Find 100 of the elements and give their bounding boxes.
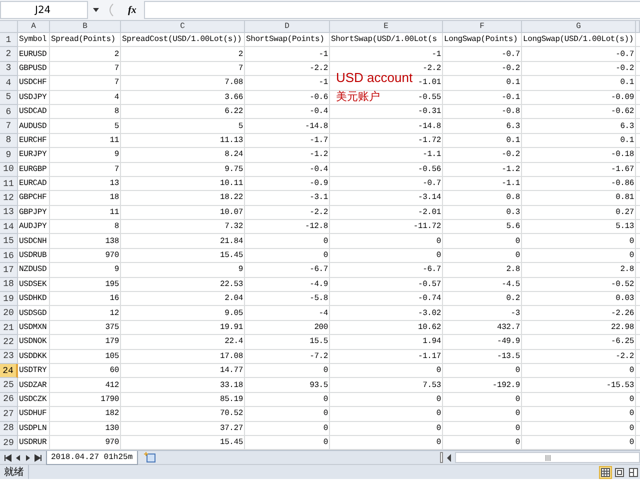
row-header[interactable]: 21: [0, 320, 18, 336]
table-cell: LongSwap(Points): [443, 33, 522, 48]
table-cell: 7: [50, 62, 121, 76]
split-handle-icon[interactable]: [440, 452, 443, 464]
formula-input-field[interactable]: [144, 1, 640, 19]
table-cell: 5: [50, 119, 121, 134]
row-header[interactable]: 19: [0, 292, 18, 306]
table-cell: -1: [330, 47, 443, 62]
row-header[interactable]: 7: [0, 119, 18, 134]
table-cell: 0: [522, 248, 636, 264]
new-sheet-icon[interactable]: [144, 452, 156, 464]
row-header[interactable]: 10: [0, 162, 18, 177]
table-cell: 0: [443, 407, 522, 422]
table-cell: 375: [50, 320, 121, 336]
table-cell: USDCHF: [18, 76, 50, 91]
row-header[interactable]: 6: [0, 104, 18, 120]
table-cell: 0: [443, 234, 522, 249]
last-sheet-icon[interactable]: [34, 454, 42, 462]
row-header[interactable]: 24: [0, 364, 18, 378]
row-header[interactable]: 18: [0, 278, 18, 292]
insert-function-button[interactable]: fx: [128, 4, 136, 16]
table-cell: 10.62: [330, 320, 443, 336]
table-cell: 0.81: [522, 191, 636, 206]
table-cell: 10.11: [121, 176, 245, 192]
table-cell: 970: [50, 248, 121, 264]
column-header[interactable]: B: [50, 21, 121, 33]
table-cell: 8: [50, 104, 121, 120]
row-header[interactable]: 20: [0, 306, 18, 321]
next-sheet-icon[interactable]: [24, 454, 32, 462]
row-header[interactable]: 17: [0, 263, 18, 278]
column-header[interactable]: A: [18, 21, 50, 33]
table-cell: 1790: [50, 392, 121, 408]
first-sheet-icon[interactable]: [4, 454, 12, 462]
previous-sheet-icon[interactable]: [14, 454, 22, 462]
row-header[interactable]: 9: [0, 148, 18, 163]
page-break-view-button[interactable]: [627, 466, 640, 479]
table-cell: 0: [330, 364, 443, 378]
table-cell: 9.05: [121, 306, 245, 321]
column-header[interactable]: F: [443, 21, 522, 33]
table-cell: 11.13: [121, 134, 245, 148]
table-cell: 0.3: [443, 206, 522, 220]
row-header[interactable]: 29: [0, 436, 18, 450]
table-cell: USDJPY: [18, 90, 50, 105]
row-header[interactable]: 22: [0, 335, 18, 350]
row-header[interactable]: 15: [0, 234, 18, 249]
sheet-tab[interactable]: 2018.04.27 01h25m: [46, 450, 138, 465]
row-header[interactable]: 1: [0, 33, 18, 48]
row-header[interactable]: 13: [0, 206, 18, 220]
row-header[interactable]: 14: [0, 220, 18, 234]
name-box[interactable]: J24: [0, 1, 88, 19]
table-cell: 0: [245, 422, 330, 436]
column-header[interactable]: C: [121, 21, 245, 33]
column-header[interactable]: G: [522, 21, 636, 33]
row-header[interactable]: 26: [0, 392, 18, 408]
table-cell: -0.8: [443, 104, 522, 120]
row-header[interactable]: 8: [0, 134, 18, 148]
dropdown-caret-icon[interactable]: [92, 7, 100, 13]
table-cell: 9: [50, 148, 121, 163]
normal-view-button[interactable]: [599, 466, 612, 479]
row-header[interactable]: 4: [0, 76, 18, 91]
row-header[interactable]: 11: [0, 176, 18, 192]
table-cell: 0: [522, 407, 636, 422]
table-cell: -14.8: [245, 119, 330, 134]
row-header[interactable]: 27: [0, 407, 18, 422]
column-header[interactable]: D: [245, 21, 330, 33]
row-header[interactable]: 3: [0, 62, 18, 76]
row-header[interactable]: 2: [0, 47, 18, 62]
row-header[interactable]: 28: [0, 422, 18, 436]
table-cell: 0: [443, 364, 522, 378]
table-cell: -3: [443, 306, 522, 321]
table-cell: -6.25: [522, 335, 636, 350]
table-cell: -1.67: [522, 162, 636, 177]
table-cell: -3.1: [245, 191, 330, 206]
horizontal-scrollbar[interactable]: [455, 452, 640, 464]
table-cell: -0.62: [522, 104, 636, 120]
table-cell: 7.53: [330, 378, 443, 393]
table-cell: 0.1: [522, 134, 636, 148]
table-cell: 2: [121, 47, 245, 62]
scroll-left-icon[interactable]: [446, 454, 452, 462]
page-layout-view-button[interactable]: [613, 466, 626, 479]
table-cell: 37.27: [121, 422, 245, 436]
row-header[interactable]: 5: [0, 90, 18, 105]
table-cell: 6.3: [443, 119, 522, 134]
table-cell: 7.08: [121, 76, 245, 91]
table-cell: -7.2: [245, 350, 330, 364]
table-cell: 1.94: [330, 335, 443, 350]
row-header[interactable]: 23: [0, 350, 18, 364]
table-cell: 0: [443, 422, 522, 436]
table-cell: -0.09: [522, 90, 636, 105]
row-header[interactable]: 16: [0, 248, 18, 264]
table-cell: EURCHF: [18, 134, 50, 148]
row-header[interactable]: 12: [0, 191, 18, 206]
table-cell: -0.2: [443, 62, 522, 76]
table-cell: 93.5: [245, 378, 330, 393]
row-header[interactable]: 25: [0, 378, 18, 393]
column-header[interactable]: E: [330, 21, 443, 33]
table-cell: -2.01: [330, 206, 443, 220]
table-cell: -2.26: [522, 306, 636, 321]
grip-icon[interactable]: [544, 454, 550, 461]
table-cell: 0: [330, 422, 443, 436]
